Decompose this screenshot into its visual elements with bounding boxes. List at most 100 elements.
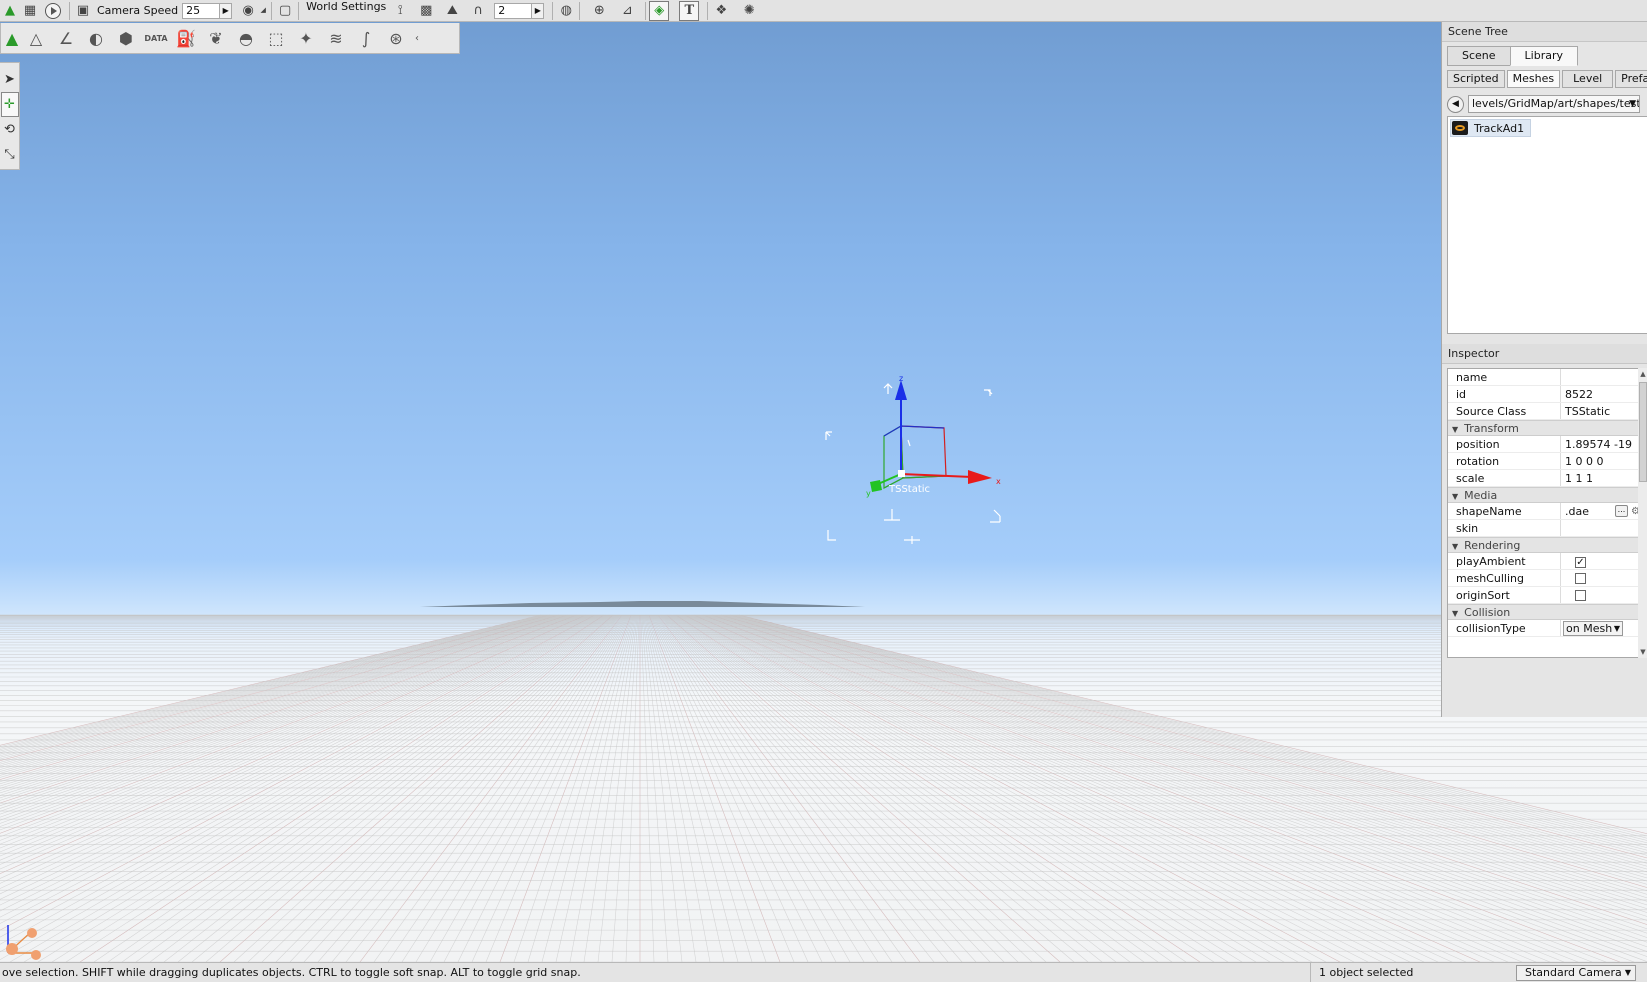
screenshot-icon[interactable]: ▢ <box>275 1 295 21</box>
property-row-name: name <box>1448 369 1642 386</box>
origin-sort-cell <box>1561 587 1642 603</box>
inspector-scrollbar[interactable]: ▲ ▼ <box>1638 368 1647 658</box>
terrain-painter-icon[interactable]: ∠ <box>51 24 81 52</box>
bounds-center-icon[interactable]: ⊕ <box>589 1 609 21</box>
material-editor-icon[interactable]: ◐ <box>81 24 111 52</box>
prefab-icon[interactable]: ❖ <box>711 1 731 21</box>
toolbar-separator <box>579 1 581 20</box>
mesh-culling-checkbox[interactable] <box>1575 573 1586 584</box>
play-ambient-checkbox[interactable]: ✓ <box>1575 557 1586 568</box>
shape-editor-icon[interactable]: ⊛ <box>381 24 411 52</box>
collision-type-dropdown[interactable]: on Mesh ▼ <box>1563 621 1623 636</box>
property-row-id: id 8522 <box>1448 386 1642 403</box>
group-header-collision[interactable]: ▼ Collision <box>1448 604 1642 620</box>
particle-editor-icon[interactable]: ✦ <box>291 24 321 52</box>
group-header-media[interactable]: ▼ Media <box>1448 487 1642 503</box>
property-label: position <box>1448 436 1561 452</box>
play-icon[interactable] <box>40 1 66 21</box>
tab-prefabs[interactable]: Prefabs <box>1615 70 1647 88</box>
library-path-text: levels/GridMap/art/shapes/test <box>1472 97 1640 110</box>
datablock-editor-icon[interactable]: DATA <box>141 24 171 52</box>
inspector-properties: name id 8522 Source Class TSStatic ▼ Tran… <box>1447 368 1643 658</box>
library-path-select[interactable]: levels/GridMap/art/shapes/test ▼ <box>1468 95 1640 113</box>
object-selection-icon[interactable]: ◈ <box>649 0 670 21</box>
transform-tools: ➤ ✛ ⟲ ⤡ <box>0 62 20 170</box>
tab-scene[interactable]: Scene <box>1447 46 1511 66</box>
back-arrow-icon[interactable]: ◀ <box>1447 95 1464 113</box>
scroll-up-icon[interactable]: ▲ <box>1638 370 1647 378</box>
terrain-snap-icon[interactable]: ⛰ <box>442 1 462 21</box>
snap-settings-icon[interactable]: ⟟ <box>390 1 410 21</box>
camera-mode-dropdown[interactable]: Standard Camera ▼ <box>1516 965 1636 981</box>
text-label-icon[interactable]: T <box>679 0 700 21</box>
scale-field[interactable]: 1 1 1 <box>1561 470 1642 486</box>
camera-icon[interactable]: ▣ <box>73 1 93 21</box>
object-editor-icon[interactable]: ▲ <box>3 24 21 52</box>
chevron-down-icon: ▼ <box>1613 624 1620 633</box>
collapse-palette-chevron-icon[interactable]: ‹ <box>411 24 423 52</box>
tab-level[interactable]: Level <box>1562 70 1614 88</box>
forest-editor-icon[interactable]: ❦ <box>201 24 231 52</box>
group-label: Transform <box>1464 422 1519 435</box>
terrain-editor-icon[interactable]: △ <box>21 24 51 52</box>
select-arrow-icon[interactable]: ➤ <box>1 67 19 92</box>
skin-field[interactable] <box>1561 520 1642 536</box>
river-editor-icon[interactable]: ∫ <box>351 24 381 52</box>
inspector-title: Inspector <box>1442 344 1647 364</box>
camera-speed-arrow[interactable]: ▶ <box>220 2 233 19</box>
scrollbar-thumb[interactable] <box>1639 382 1647 482</box>
camera-menu-chevron-icon[interactable]: ◢ <box>258 1 268 21</box>
tab-scripted[interactable]: Scripted <box>1447 70 1505 88</box>
toolbar-separator <box>298 1 300 20</box>
mesh-culling-cell <box>1561 570 1642 586</box>
group-header-transform[interactable]: ▼ Transform <box>1448 420 1642 436</box>
explode-prefab-icon[interactable]: ✺ <box>739 1 759 21</box>
mesh-road-editor-icon[interactable]: ◓ <box>231 24 261 52</box>
toolbar-separator <box>271 1 273 20</box>
name-field[interactable] <box>1561 369 1642 385</box>
navmesh-editor-icon[interactable]: ⬚ <box>261 24 291 52</box>
rotation-field[interactable]: 1 0 0 0 <box>1561 453 1642 469</box>
tab-library[interactable]: Library <box>1509 46 1579 66</box>
list-item[interactable]: TrackAd1 <box>1450 119 1532 137</box>
world-settings-label[interactable]: World Settings <box>302 0 390 13</box>
3d-viewport[interactable]: z x y TSStatic <box>0 0 1647 962</box>
shape-name-field[interactable]: .dae ... ⚙ <box>1561 503 1642 519</box>
editor-tools-palette: ▲ △ ∠ ◐ ⬢ DATA ⛽ ❦ ◓ ⬚ ✦ ≋ ∫ ⊛ ‹ <box>0 23 460 54</box>
origin-sort-checkbox[interactable] <box>1575 590 1586 601</box>
property-label: shapeName <box>1448 503 1561 519</box>
orientation-axes <box>6 925 41 960</box>
gui-editor-icon[interactable]: ▦ <box>20 1 40 21</box>
property-row-skin: skin <box>1448 520 1642 537</box>
property-row-position: position 1.89574 -19 <box>1448 436 1642 453</box>
group-label: Rendering <box>1464 539 1521 552</box>
rotate-tool-icon[interactable]: ⟲ <box>1 117 19 142</box>
collision-type-value: on Mesh <box>1566 622 1613 635</box>
tab-meshes[interactable]: Meshes <box>1506 70 1561 88</box>
group-header-rendering[interactable]: ▼ Rendering <box>1448 537 1642 553</box>
property-label: playAmbient <box>1448 553 1561 569</box>
world-editor-icon[interactable]: ▲ <box>0 1 20 21</box>
list-item-label: TrackAd1 <box>1474 121 1525 135</box>
shape-name-value: .dae <box>1565 505 1589 518</box>
sketch-tool-icon[interactable]: ⬢ <box>111 24 141 52</box>
grid-snap-icon[interactable]: ▩ <box>416 1 436 21</box>
decal-editor-icon[interactable]: ⛽ <box>171 24 201 52</box>
visibility-eye-icon[interactable]: ◉ <box>238 1 258 21</box>
move-tool-icon[interactable]: ✛ <box>0 92 19 117</box>
road-editor-icon[interactable]: ≋ <box>321 24 351 52</box>
snap-size-arrow[interactable]: ▶ <box>532 2 545 19</box>
position-field[interactable]: 1.89574 -19 <box>1561 436 1642 452</box>
camera-speed-input[interactable]: 25 <box>182 2 221 19</box>
world-transform-icon[interactable]: ⊿ <box>617 1 637 21</box>
scene-tree-title: Scene Tree <box>1442 22 1647 42</box>
snap-size-input[interactable]: 2 <box>494 2 533 19</box>
property-row-scale: scale 1 1 1 <box>1448 470 1642 487</box>
magnet-snap-icon[interactable]: ∩ <box>468 1 488 21</box>
selection-mode-icon[interactable]: ◍ <box>556 1 576 21</box>
scroll-down-icon[interactable]: ▼ <box>1638 648 1647 656</box>
scale-tool-icon[interactable]: ⤡ <box>1 142 19 167</box>
browse-shape-button[interactable]: ... <box>1615 505 1628 517</box>
transform-gizmo[interactable]: z x y <box>0 0 1647 962</box>
main-toolbar: ▲ ▦ ▣ Camera Speed 25 ▶ ◉ ◢ ▢ World Sett… <box>0 0 1647 22</box>
